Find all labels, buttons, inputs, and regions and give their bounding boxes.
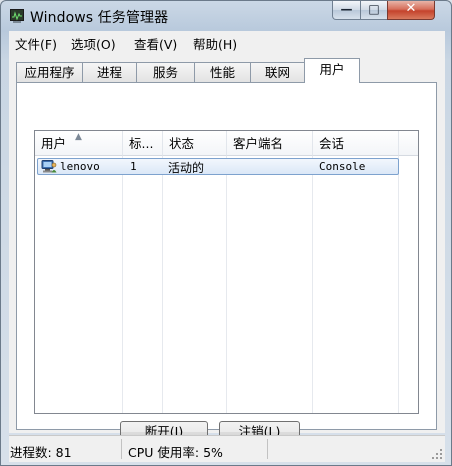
window-title: Windows 任务管理器	[30, 10, 169, 26]
column-divider	[312, 156, 313, 413]
menu-options[interactable]: 选项(O)	[71, 34, 116, 53]
users-tab-panel: ▲ 用户 标... 状态 客户端名 会话 lenovo 1 活动的 Consol…	[16, 82, 437, 443]
column-divider	[162, 156, 163, 413]
user-list[interactable]: ▲ 用户 标... 状态 客户端名 会话 lenovo 1 活动的 Consol…	[34, 130, 419, 414]
column-divider	[398, 156, 399, 413]
column-status[interactable]: 状态	[163, 131, 227, 156]
column-divider	[122, 156, 123, 413]
close-icon: ✕	[405, 1, 417, 16]
minimize-button[interactable]: —	[332, 1, 361, 20]
menu-bar: 文件(F) 选项(O) 查看(V) 帮助(H)	[9, 31, 445, 54]
status-divider	[121, 439, 122, 459]
menu-file[interactable]: 文件(F)	[15, 34, 57, 53]
column-user-label: 用户	[41, 136, 67, 151]
minimize-icon: —	[340, 2, 353, 16]
task-manager-window: Windows 任务管理器 — □ ✕ 文件(F) 选项(O) 查看(V) 帮助…	[0, 0, 452, 466]
menu-help[interactable]: 帮助(H)	[193, 34, 237, 53]
close-button[interactable]: ✕	[387, 1, 435, 20]
status-bar: 进程数: 81 CPU 使用率: 5%	[9, 435, 445, 462]
tab-applications[interactable]: 应用程序	[16, 62, 83, 82]
tab-networking[interactable]: 联网	[250, 62, 305, 82]
cell-status: 活动的	[168, 161, 205, 175]
cell-session: Console	[319, 160, 366, 173]
client-area: 应用程序 进程 服务 性能 联网 用户 ▲ 用户 标... 状态 客户端名 会话	[9, 53, 445, 443]
status-divider	[267, 439, 268, 459]
status-cpu-usage: CPU 使用率: 5%	[128, 445, 223, 460]
title-bar[interactable]: Windows 任务管理器 — □ ✕	[1, 1, 451, 31]
column-id[interactable]: 标...	[123, 131, 163, 156]
status-process-count: 进程数: 81	[10, 445, 72, 460]
column-user[interactable]: ▲ 用户	[35, 131, 123, 156]
tab-processes[interactable]: 进程	[82, 62, 137, 82]
maximize-button[interactable]: □	[360, 1, 388, 20]
tab-services[interactable]: 服务	[136, 62, 195, 82]
menu-view[interactable]: 查看(V)	[134, 34, 177, 53]
column-divider	[226, 156, 227, 413]
tab-users[interactable]: 用户	[304, 58, 360, 83]
column-filler	[399, 131, 418, 156]
resize-grip-icon[interactable]	[432, 449, 442, 459]
cell-id: 1	[130, 160, 137, 173]
user-icon	[41, 160, 57, 173]
maximize-icon: □	[368, 2, 380, 16]
table-row[interactable]: lenovo 1 活动的 Console	[37, 158, 399, 175]
task-manager-icon	[10, 9, 24, 23]
column-client-name[interactable]: 客户端名	[227, 131, 313, 156]
sort-ascending-icon: ▲	[75, 132, 82, 142]
cell-user: lenovo	[60, 160, 100, 173]
column-session[interactable]: 会话	[313, 131, 399, 156]
tab-performance[interactable]: 性能	[194, 62, 251, 82]
